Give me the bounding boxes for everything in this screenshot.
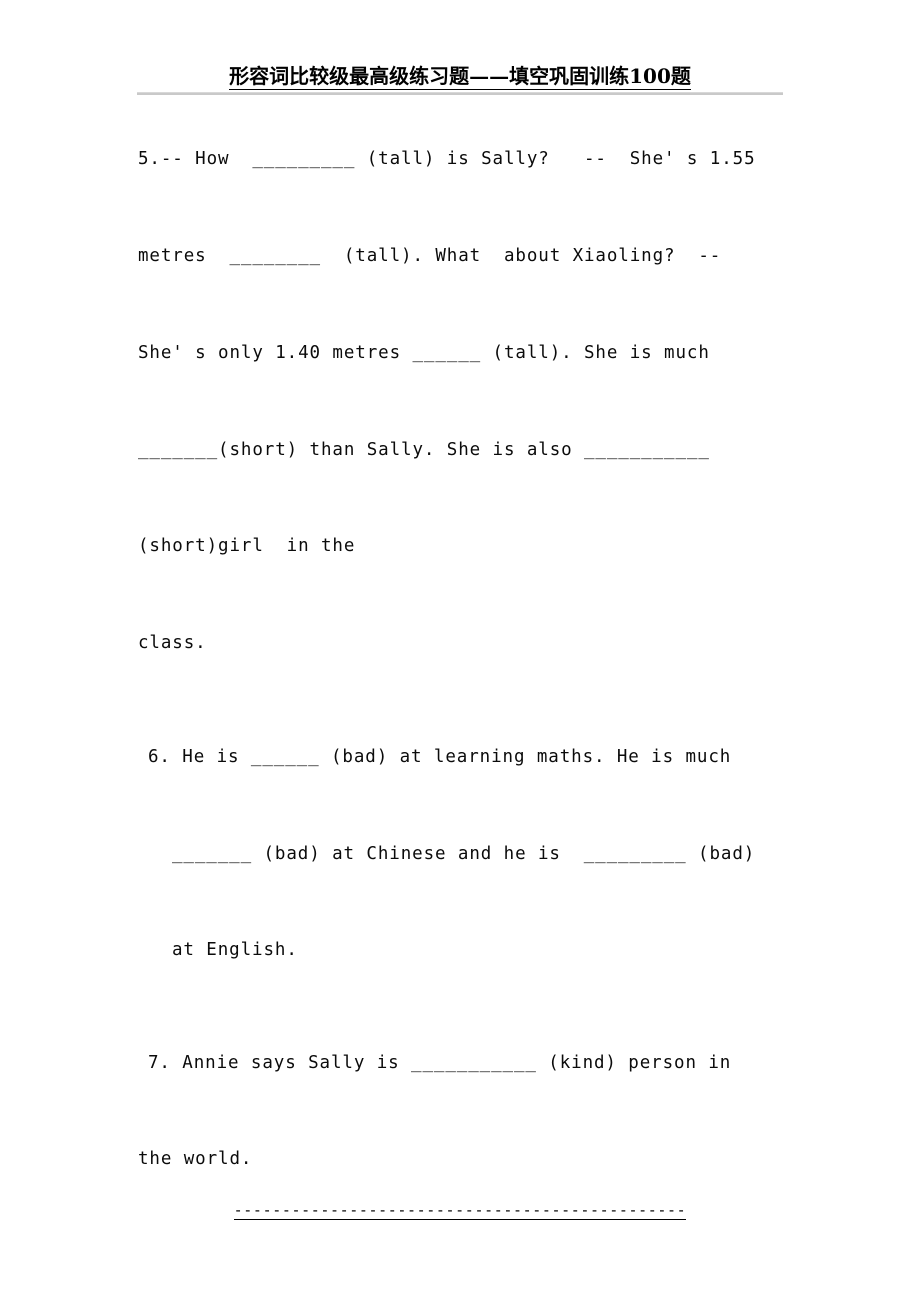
page-title-text: 形容词比较级最高级练习题——填空巩固训练100题 xyxy=(229,64,691,90)
page-header: 形容词比较级最高级练习题——填空巩固训练100题 xyxy=(0,0,920,100)
worksheet-line: _______(short) than Sally. She is also _… xyxy=(138,440,710,460)
page-title: 形容词比较级最高级练习题——填空巩固训练100题 xyxy=(0,64,920,90)
worksheet-line: (short)girl in the xyxy=(138,536,356,556)
worksheet-line: She' s only 1.40 metres ______ (tall). S… xyxy=(138,343,710,363)
worksheet-line: 5.-- How _________ (tall) is Sally? -- S… xyxy=(138,149,756,169)
worksheet-line: metres ________ (tall). What about Xiaol… xyxy=(138,246,722,266)
footer-separator: ----------------------------------------… xyxy=(0,1200,920,1220)
worksheet-line: class. xyxy=(138,633,207,653)
worksheet-line: at English. xyxy=(172,940,298,960)
worksheet-line: _______ (bad) at Chinese and he is _____… xyxy=(172,844,756,864)
document-page: { "header": { "title": "形容词比较级最高级练习题——填空… xyxy=(0,0,920,1302)
header-divider xyxy=(137,92,783,95)
worksheet-line: 7. Annie says Sally is ___________ (kind… xyxy=(148,1053,732,1073)
worksheet-line: 6. He is ______ (bad) at learning maths.… xyxy=(148,747,732,767)
dashed-rule: ----------------------------------------… xyxy=(233,1201,687,1220)
worksheet-line: the world. xyxy=(138,1149,253,1169)
